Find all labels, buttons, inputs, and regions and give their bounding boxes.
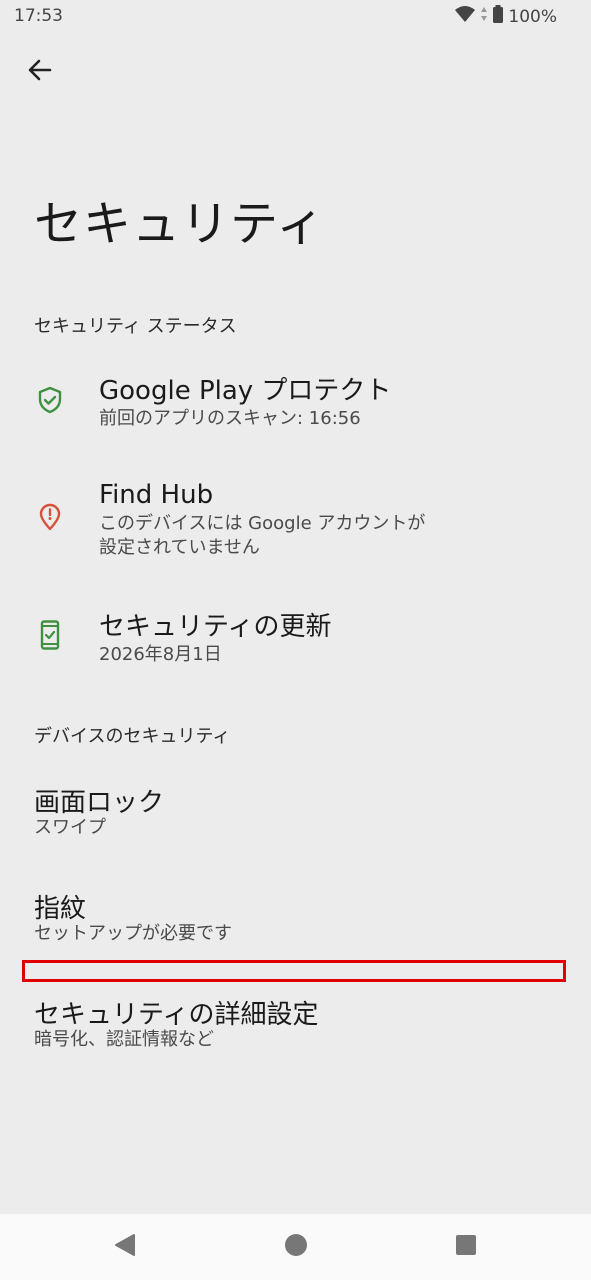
status-icons: 100% (454, 5, 557, 28)
find-hub-item[interactable]: Find Hub このデバイスには Google アカウントが 設定されていませ… (0, 466, 591, 576)
screen-lock-subtitle: スワイプ (34, 817, 106, 838)
find-hub-title: Find Hub (99, 480, 214, 510)
nav-recents-button[interactable] (451, 1232, 481, 1262)
back-triangle-icon (114, 1233, 136, 1261)
phone-check-icon (36, 620, 64, 650)
security-update-item[interactable]: セキュリティの更新 2026年8月1日 (0, 594, 591, 686)
nav-home-button[interactable] (281, 1232, 311, 1262)
shield-check-icon (36, 386, 64, 414)
section-header-security-status: セキュリティ ステータス (34, 316, 237, 337)
arrow-left-icon (27, 57, 53, 87)
page-title: セキュリティ (34, 196, 326, 252)
data-arrows-icon (480, 6, 488, 27)
screen-lock-item[interactable]: 画面ロック スワイプ (0, 766, 591, 856)
location-alert-icon (36, 503, 64, 531)
home-circle-icon (284, 1233, 308, 1261)
screen-lock-title: 画面ロック (34, 788, 165, 818)
nav-back-button[interactable] (110, 1232, 140, 1262)
wifi-icon (454, 5, 476, 28)
fingerprint-subtitle: セットアップが必要です (34, 923, 232, 944)
battery-percentage: 100% (508, 6, 557, 27)
recents-square-icon (455, 1234, 477, 1260)
status-time: 17:53 (14, 6, 63, 26)
google-play-protect-item[interactable]: Google Play プロテクト 前回のアプリのスキャン: 16:56 (0, 356, 591, 448)
advanced-security-item[interactable]: セキュリティの詳細設定 暗号化、認証情報など (0, 978, 591, 1068)
security-update-subtitle: 2026年8月1日 (99, 644, 222, 665)
google-play-protect-subtitle: 前回のアプリのスキャン: 16:56 (99, 408, 361, 429)
fingerprint-title: 指紋 (34, 894, 87, 924)
advanced-security-subtitle: 暗号化、認証情報など (34, 1029, 214, 1050)
google-play-protect-title: Google Play プロテクト (99, 376, 392, 406)
navigation-bar (0, 1214, 591, 1280)
security-update-title: セキュリティの更新 (99, 612, 332, 642)
fingerprint-item[interactable]: 指紋 セットアップが必要です (0, 872, 591, 962)
back-button[interactable] (20, 52, 60, 92)
status-bar: 17:53 100% (0, 0, 591, 34)
section-header-device-security: デバイスのセキュリティ (34, 726, 231, 747)
battery-icon (492, 5, 504, 28)
find-hub-subtitle: このデバイスには Google アカウントが 設定されていません (99, 513, 426, 558)
advanced-security-title: セキュリティの詳細設定 (34, 1000, 319, 1030)
